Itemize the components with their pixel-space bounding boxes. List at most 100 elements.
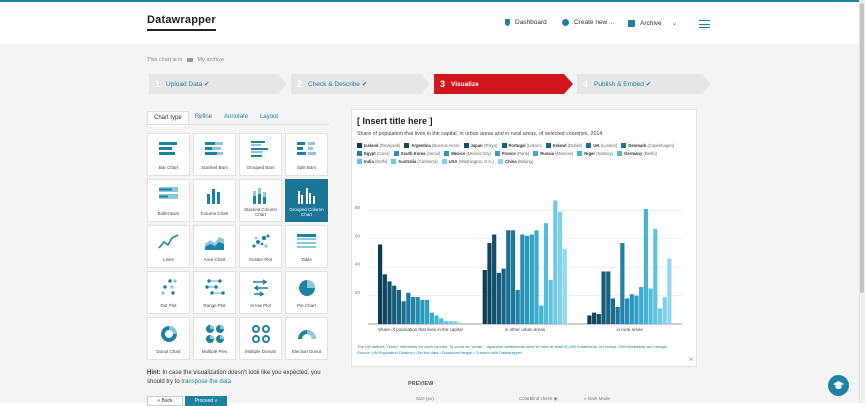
chart-type-pie-chart[interactable]: Pie Chart [285,271,328,314]
check-icon: ✔ [361,81,368,88]
data-bar [610,298,616,324]
back-button[interactable]: « Back [147,396,183,406]
chart-type-dot-plot[interactable]: Dot Plot [147,271,190,314]
dashboard-icon [505,19,510,26]
legend-item: Niger (Niamey) [577,150,613,158]
data-bar [624,298,630,324]
chart-type-grouped-column[interactable]: Grouped Column Chart [285,179,328,222]
nav-archive-link[interactable]: Archive ⌄ [628,19,678,27]
chart-type-stacked-bars[interactable]: Stacked Bars [193,133,236,176]
chart-type-multiple-donuts[interactable]: Multiple Donuts [239,317,282,360]
hint-text: In case the visualization doesn't look l… [147,370,321,385]
folder-icon [187,58,193,62]
legend-city: (Seoul) [425,151,441,156]
datawrapper-credit-link[interactable]: Datawrapper [499,350,522,355]
legend-item: Egypt (Cairo) [357,150,390,158]
step-check-describe[interactable]: 2 Check & Describe ✔ [291,74,430,94]
legend-swatch [404,143,410,148]
data-bar [657,308,663,324]
help-button[interactable] [828,375,849,396]
data-bar [553,200,558,324]
chart-type-multiple-pies[interactable]: Multiple Pies [193,317,236,360]
chart-type-stacked-column[interactable]: Stacked Column Chart [239,179,282,222]
y-tick-label: 80 [355,205,361,210]
data-bar [429,312,434,324]
x-category-label: in other urban areas [505,327,546,332]
top-navigation-bar: Datawrapper Dashboard Create new ... Arc… [0,0,865,44]
data-bar [382,274,387,324]
data-bar [515,289,520,324]
scrollbar-thumb[interactable] [860,3,864,293]
lines-icon [158,234,179,249]
multiple-donuts-icon [252,325,270,343]
step-label: Publish & Embed [594,80,644,88]
chart-type-bullet-bars[interactable]: Bullet Bars [147,179,190,222]
legend-swatch [444,151,450,156]
legend-city: (Reykjavik) [378,143,401,148]
chart-type-scatter-plot[interactable]: Scatter Plot [239,225,282,268]
chart-type-election-donut[interactable]: Election Donut [285,317,328,360]
legend-item: Japan (Tokyo) [463,142,498,150]
legend-item: USA (Washington, D.C.) [441,158,494,166]
archive-icon [628,19,635,27]
proceed-button[interactable]: Proceed » [185,396,227,406]
legend-item: Argentina (Buenos Aires) [404,142,460,150]
data-bar [667,258,672,324]
chart-type-range-plot[interactable]: Range Plot [193,271,236,314]
chart-type-grouped-bars[interactable]: Grouped Bars [239,133,282,176]
legend-swatch [501,143,507,148]
transpose-data-link[interactable]: transpose the data [181,379,231,385]
chart-notes: The UN defines "urban" differently for e… [357,344,693,355]
legend-city: (Moscow) [553,151,574,156]
table-icon [297,234,316,248]
step-number: 4 [583,79,589,89]
range-plot-icon [205,279,225,295]
hint-bold: Hint: [147,370,161,376]
resize-handle-icon[interactable]: ⇲ [688,356,693,363]
hamburger-menu-icon[interactable] [699,20,710,31]
chart-title[interactable]: [ Insert title here ] [357,116,433,126]
legend-item: Ireland (Dublin) [545,142,582,150]
chart-type-area-chart[interactable]: Area Chart [193,225,236,268]
breadcrumb-folder[interactable]: My archive [198,57,225,63]
nav-archive-label: Archive [640,19,662,27]
legend-city: (Niamey) [594,151,614,156]
data-bar [606,271,611,324]
chart-type-column-chart[interactable]: Column Chart [193,179,236,222]
chart-type-table[interactable]: Table [285,225,328,268]
legend-swatch [393,151,399,156]
data-bar [496,272,501,324]
data-bar [539,305,544,324]
data-bar [401,301,406,324]
data-bar [396,289,402,324]
dark-mode-toggle[interactable]: ◐ Dark Mode [584,396,610,401]
data-bar [653,228,658,324]
data-bar [487,243,492,324]
nav-create-new-link[interactable]: Create new ... [562,19,614,26]
step-visualize[interactable]: 3 Visualize [434,74,573,94]
step-number: 3 [440,79,446,89]
datawrapper-logo[interactable]: Datawrapper [147,14,216,31]
chart-type-donut-chart[interactable]: Donut Chart [147,317,190,360]
data-bar [501,268,506,324]
chart-type-lines[interactable]: Lines [147,225,190,268]
step-number: 2 [297,79,303,89]
data-bar [648,288,653,324]
chart-type-bar-chart[interactable]: Bar Chart [147,133,190,176]
nav-dashboard-link[interactable]: Dashboard [505,19,547,26]
plus-circle-icon [562,19,569,26]
chart-type-arrow-plot[interactable]: Arrow Plot [239,271,282,314]
legend-item: UK (London) [586,142,617,150]
data-bar [592,312,597,324]
step-upload-data[interactable]: 1 Upload Data ✔ [149,74,287,94]
step-publish-embed[interactable]: 4 Publish & Embed ✔ [577,74,711,94]
data-bar [520,234,525,324]
page-scrollbar[interactable] [859,0,865,403]
data-bar [662,297,667,324]
data-bar [415,297,420,324]
donut-chart-icon [161,326,177,342]
colorblind-check-toggle[interactable]: Colorblind check ◉ [519,396,557,402]
legend-swatch [357,159,362,164]
chart-type-split-bars[interactable]: Split Bars [285,133,328,176]
tab-divider [147,124,329,125]
